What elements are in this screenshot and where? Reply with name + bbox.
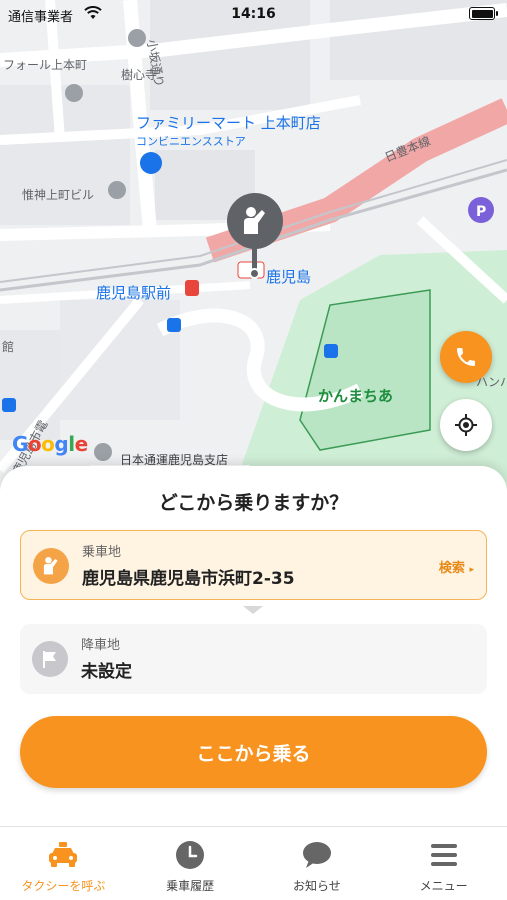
status-bar: 通信事業者 14:16 — [0, 0, 507, 30]
map-view[interactable]: P フォール上本町 樹心寺 小坂通り ファミリーマート 上本町店 コンビニエンス… — [0, 0, 507, 520]
tab-ride-history[interactable]: 乗車履歴 — [127, 827, 254, 900]
svg-text:P: P — [476, 204, 486, 220]
map-label-convenience: コンビニエンスストア — [136, 135, 246, 148]
chat-bubble-icon — [302, 842, 331, 868]
map-label-ishin-building: 惟神上町ビル — [22, 188, 95, 202]
ride-request-sheet: どこから乗りますか？ 乗車地 鹿児島県鹿児島市浜町2-35 検索 ▸ 降車地 未… — [0, 466, 507, 826]
dropoff-address: 未設定 — [81, 662, 132, 682]
pickup-search-link[interactable]: 検索 ▸ — [439, 557, 474, 576]
map-label-kagoshima-ekimae: 鹿児島駅前 — [96, 284, 172, 302]
pickup-location-field[interactable]: 乗車地 鹿児島県鹿児島市浜町2-35 検索 ▸ — [20, 530, 487, 600]
tab-menu-label: メニュー — [419, 879, 468, 893]
flag-icon — [43, 651, 56, 668]
phone-icon — [457, 348, 475, 366]
ride-from-here-button[interactable]: ここから乗る — [20, 716, 487, 788]
call-button[interactable] — [440, 331, 492, 383]
pickup-label: 乗車地 — [82, 545, 122, 560]
crosshair-icon — [455, 414, 477, 436]
clock-icon — [176, 841, 205, 869]
dropoff-icon-badge — [32, 641, 68, 677]
hamburger-menu-icon — [430, 844, 457, 866]
status-time: 14:16 — [231, 6, 276, 22]
tab-notifications[interactable]: お知らせ — [254, 827, 381, 900]
map-label-familymart: ファミリーマート 上本町店 — [136, 114, 321, 132]
tab-bar: タクシーを呼ぶ 乗車履歴 お知らせ メニュー — [0, 826, 507, 900]
chevron-right-icon: ▸ — [469, 565, 474, 575]
hailing-person-icon — [244, 207, 265, 234]
pickup-icon-badge — [33, 548, 69, 584]
current-location-button[interactable] — [440, 399, 492, 451]
map-label-kan: 館 — [2, 340, 15, 354]
hailing-person-icon — [43, 556, 58, 575]
taxi-icon — [49, 842, 78, 867]
map-label-kanmachia: かんまちあ — [318, 387, 394, 405]
dropoff-location-field[interactable]: 降車地 未設定 — [20, 624, 487, 694]
pickup-address: 鹿児島県鹿児島市浜町2-35 — [82, 569, 295, 589]
tab-ride-history-label: 乗車履歴 — [166, 879, 215, 893]
down-arrow-icon — [243, 606, 263, 614]
tab-call-taxi-label: タクシーを呼ぶ — [21, 879, 106, 893]
tab-notifications-label: お知らせ — [292, 879, 341, 893]
tab-call-taxi[interactable]: タクシーを呼ぶ — [0, 827, 127, 900]
dropoff-label: 降車地 — [81, 638, 121, 653]
map-label-kagoshima-station: 鹿児島 — [266, 268, 312, 286]
pickup-pin-dot — [249, 268, 260, 279]
sheet-title: どこから乗りますか？ — [158, 492, 349, 514]
google-logo: Google — [12, 432, 88, 456]
map-label-forel: フォール上本町 — [3, 58, 88, 72]
tab-menu[interactable]: メニュー — [380, 827, 507, 900]
pickup-pin[interactable] — [227, 193, 283, 249]
battery-icon — [469, 7, 498, 20]
